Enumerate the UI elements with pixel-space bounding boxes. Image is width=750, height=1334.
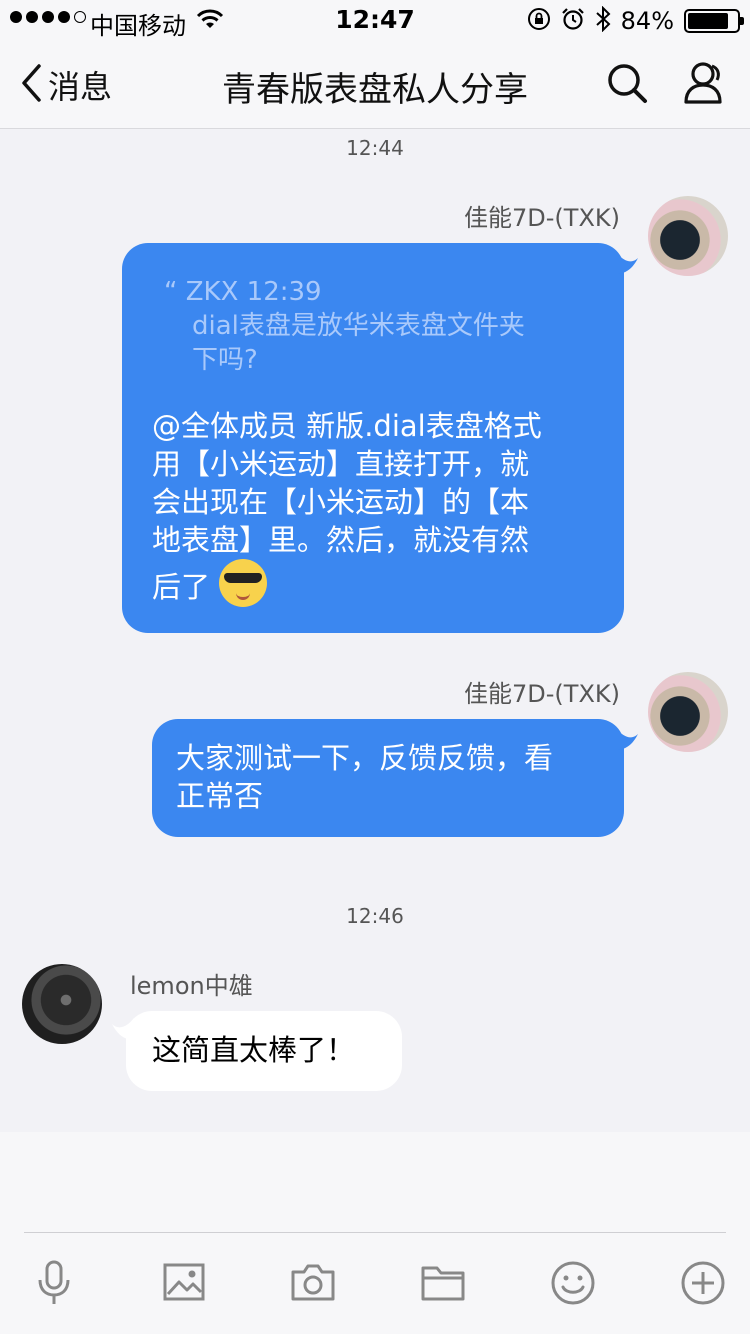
folder-icon[interactable] xyxy=(420,1260,466,1308)
camera-icon[interactable] xyxy=(290,1260,336,1308)
battery-icon xyxy=(684,9,744,33)
battery-percent: 84% xyxy=(620,7,674,35)
avatar[interactable] xyxy=(648,196,728,276)
navigation-bar: 消息 青春版表盘私人分享 xyxy=(0,40,750,129)
image-icon[interactable] xyxy=(162,1260,206,1308)
status-bar: 中国移动 12:47 84% xyxy=(0,0,750,40)
alarm-icon xyxy=(561,7,585,35)
message-text-line: 大家测试一下，反馈反馈，看 xyxy=(176,741,554,775)
message-text-line: 地表盘】里。然后，就没有然 xyxy=(152,523,530,557)
message-timestamp: 12:44 xyxy=(346,136,404,160)
quote-text-line: 下吗? xyxy=(192,345,258,375)
plus-icon[interactable] xyxy=(680,1260,726,1310)
message-text: 这简直太棒了！ xyxy=(152,1033,356,1067)
message-bubble[interactable]: 这简直太棒了！ xyxy=(126,1011,402,1091)
bubble-tail xyxy=(616,728,638,750)
message-bubble[interactable]: “ ZKX 12:39 dial表盘是放华米表盘文件夹 下吗? @全体成员 新版… xyxy=(122,243,624,633)
search-icon[interactable] xyxy=(606,62,648,108)
bluetooth-icon xyxy=(595,5,611,36)
message-text-line: @全体成员 新版.dial表盘格式 xyxy=(152,409,542,443)
message-input[interactable] xyxy=(24,1152,726,1222)
emoji-icon[interactable] xyxy=(550,1260,596,1310)
message-text-line: 正常否 xyxy=(176,779,264,813)
microphone-icon[interactable] xyxy=(36,1260,72,1310)
group-profile-icon[interactable] xyxy=(682,60,728,110)
bubble-tail xyxy=(112,1018,134,1040)
rotation-lock-icon xyxy=(527,7,551,35)
message-text-line: 后了 xyxy=(152,570,211,604)
sender-name: 佳能7D-(TXK) xyxy=(464,680,620,708)
quote-header: “ ZKX 12:39 xyxy=(164,277,322,307)
message-bubble[interactable]: 大家测试一下，反馈反馈，看 正常否 xyxy=(152,719,624,837)
message-text-line: 会出现在【小米运动】的【本 xyxy=(152,485,530,519)
sender-name: 佳能7D-(TXK) xyxy=(464,204,620,232)
quoted-message: “ ZKX 12:39 dial表盘是放华米表盘文件夹 下吗? xyxy=(152,275,596,377)
avatar[interactable] xyxy=(22,964,102,1044)
input-divider xyxy=(24,1232,726,1233)
avatar[interactable] xyxy=(648,672,728,752)
message-timestamp: 12:46 xyxy=(346,904,404,928)
battery-level xyxy=(688,13,728,29)
sunglasses-emoji-icon xyxy=(219,559,268,607)
bubble-tail xyxy=(616,252,638,274)
message-text-line: 用【小米运动】直接打开，就 xyxy=(152,447,530,481)
quote-text-line: dial表盘是放华米表盘文件夹 xyxy=(192,311,525,341)
message-input-area xyxy=(0,1132,750,1334)
sender-name: lemon中雄 xyxy=(130,972,253,1000)
